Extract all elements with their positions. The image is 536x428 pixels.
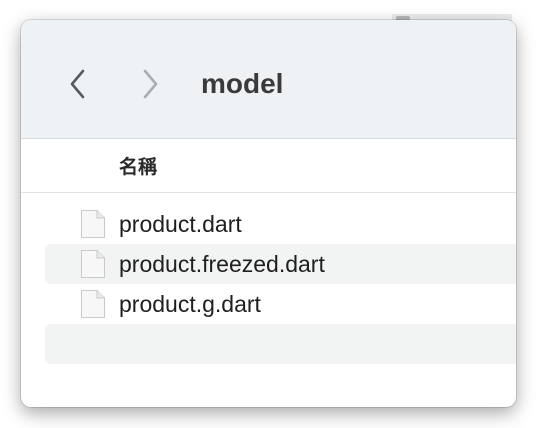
- empty-list-row: [45, 324, 516, 364]
- file-name: product.g.dart: [119, 291, 261, 317]
- document-icon: [81, 250, 105, 278]
- forward-button[interactable]: [135, 66, 165, 102]
- chevron-right-icon: [143, 69, 158, 99]
- document-icon: [81, 290, 105, 318]
- list-item[interactable]: product.dart: [45, 204, 516, 244]
- window-title: model: [201, 68, 284, 99]
- chevron-left-icon: [70, 69, 85, 99]
- file-name: product.freezed.dart: [119, 251, 325, 277]
- finder-window: model 名稱 product.dart product.freezed.da…: [21, 20, 516, 407]
- file-name: product.dart: [119, 211, 242, 237]
- list-item[interactable]: product.g.dart: [45, 284, 516, 324]
- column-header-name[interactable]: 名稱: [119, 152, 157, 179]
- list-item[interactable]: product.freezed.dart: [45, 244, 516, 284]
- column-header-bar: 名稱: [21, 139, 516, 193]
- back-button[interactable]: [63, 66, 93, 102]
- document-icon: [81, 210, 105, 238]
- toolbar: model: [21, 20, 516, 139]
